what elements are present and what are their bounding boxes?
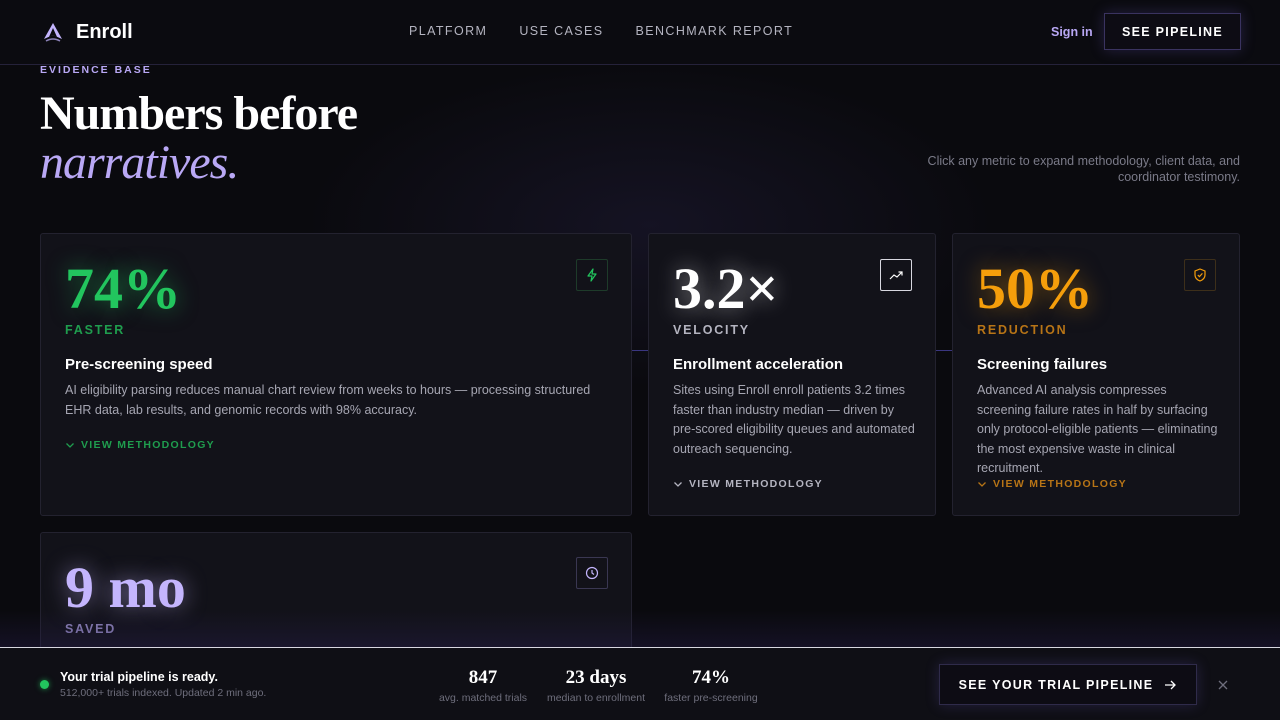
chevron-down-icon [66,443,74,448]
view-methodology-label: VIEW METHODOLOGY [993,478,1127,490]
nav-link-platform[interactable]: PLATFORM [409,24,487,38]
page-title-line-1: Numbers before [40,87,358,140]
metric-value: 9 mo [65,555,186,620]
metric-label: SAVED [65,622,117,636]
pipeline-ready-title: Your trial pipeline is ready. [60,670,218,684]
hero-note: Click any metric to expand methodology, … [927,154,1240,184]
status-dot-icon [40,680,49,689]
page-title-line-2: narratives. [40,136,239,189]
brand-name: Enroll [76,20,133,43]
section-eyebrow: EVIDENCE BASE [40,64,152,76]
brand-logo-icon [44,23,62,42]
metric-label: VELOCITY [673,323,750,337]
arrow-right-icon [1165,680,1177,689]
metric-card-screening-failures[interactable]: 50% REDUCTION Screening failures Advance… [952,233,1240,516]
nav-link-benchmark-report[interactable]: BENCHMARK REPORT [636,24,794,38]
metric-value: 3.2× [673,256,779,321]
clock-icon [576,557,608,589]
pipeline-ready-subtitle: 512,000+ trials indexed. Updated 2 min a… [60,687,267,699]
close-icon[interactable] [1214,676,1232,694]
metric-card-pre-screening[interactable]: 74% FASTER Pre-screening speed AI eligib… [40,233,632,516]
stat-label: median to enrollment [546,692,646,704]
card-description: Sites using Enroll enroll patients 3.2 t… [673,383,915,456]
stat-label: faster pre-screening [664,692,758,704]
shield-check-icon [1184,259,1216,291]
stat-value: 23 days [565,667,627,688]
stat-matched-trials: 847 avg. matched trials [433,667,533,704]
brand-logo[interactable]: Enroll [40,18,133,46]
sticky-pipeline-bar: Your trial pipeline is ready. 512,000+ t… [0,647,1280,720]
stat-value: 847 [468,667,498,688]
card-description: Advanced AI analysis compresses screenin… [977,383,1218,475]
metric-value: 74% [65,256,181,321]
metric-card-enrollment[interactable]: 3.2× VELOCITY Enrollment acceleration Si… [648,233,936,516]
stat-faster-prescreening: 74% faster pre-screening [661,667,761,704]
view-methodology-label: VIEW METHODOLOGY [689,478,823,490]
chevron-down-icon [674,482,682,487]
view-methodology-label: VIEW METHODOLOGY [81,439,215,451]
card-connector [936,350,952,351]
see-trial-pipeline-button[interactable]: SEE YOUR TRIAL PIPELINE [939,664,1197,705]
card-description: AI eligibility parsing reduces manual ch… [65,383,591,417]
view-methodology-toggle[interactable]: VIEW METHODOLOGY [673,478,823,490]
top-navigation: Enroll PLATFORM USE CASES BENCHMARK REPO… [0,0,1280,65]
view-methodology-toggle[interactable]: VIEW METHODOLOGY [65,439,215,451]
card-title: Enrollment acceleration [673,356,844,373]
trending-up-icon [880,259,912,291]
card-title: Pre-screening speed [65,356,213,373]
stat-value: 74% [692,667,730,688]
view-methodology-toggle[interactable]: VIEW METHODOLOGY [977,478,1127,490]
stat-median-enrollment: 23 days median to enrollment [545,667,647,704]
metric-label: REDUCTION [977,323,1068,337]
stat-label: avg. matched trials [438,692,528,704]
nav-links: PLATFORM USE CASES BENCHMARK REPORT [409,24,793,38]
see-pipeline-button[interactable]: SEE PIPELINE [1104,13,1241,50]
lightning-icon [576,259,608,291]
metric-label: FASTER [65,323,126,337]
chevron-down-icon [978,482,986,487]
sign-in-link[interactable]: Sign in [1051,25,1093,39]
card-title: Screening failures [977,356,1108,373]
metric-value: 50% [977,256,1093,321]
nav-link-use-cases[interactable]: USE CASES [519,24,603,38]
card-connector [632,350,648,351]
see-trial-pipeline-label: SEE YOUR TRIAL PIPELINE [958,677,1154,692]
